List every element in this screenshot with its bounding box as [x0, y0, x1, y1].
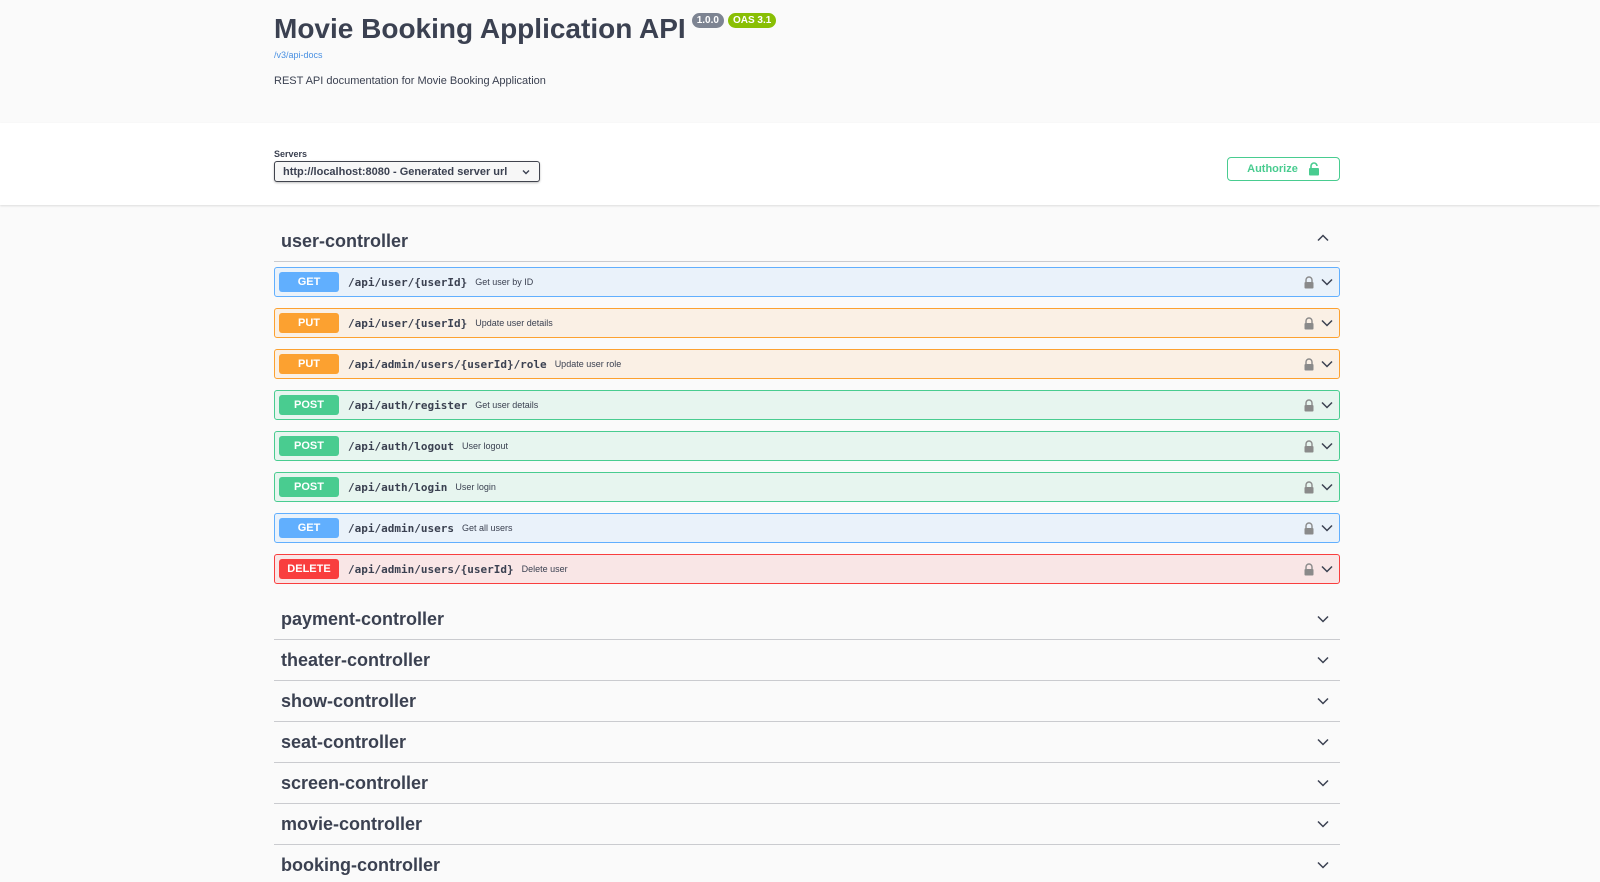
- method-badge: PUT: [279, 354, 339, 374]
- api-description: REST API documentation for Movie Booking…: [274, 75, 546, 87]
- lock-icon[interactable]: [1304, 398, 1314, 412]
- operation-path: /api/admin/users: [348, 521, 454, 535]
- tag-name: payment-controller: [281, 608, 445, 629]
- operation-summary: Delete user: [521, 564, 568, 574]
- chevron-down-icon[interactable]: [1316, 817, 1330, 831]
- servers-block: Servers http://localhost:8080 - Generate…: [274, 149, 540, 182]
- chevron-down-icon[interactable]: [1316, 653, 1330, 667]
- servers-label: Servers: [274, 149, 308, 159]
- lock-icon[interactable]: [1304, 275, 1314, 289]
- chevron-down-icon[interactable]: [1316, 612, 1330, 626]
- operation-register[interactable]: POST /api/auth/register Get user details: [274, 390, 1340, 420]
- chevron-down-icon: [521, 167, 531, 177]
- operation-summary: Get user details: [475, 400, 539, 410]
- tag-movie-controller[interactable]: movie-controller: [274, 804, 1340, 845]
- operation-path: /api/admin/users/{userId}: [348, 562, 514, 576]
- oas-badge: OAS 3.1: [727, 13, 777, 28]
- lock-icon[interactable]: [1304, 562, 1314, 576]
- lock-icon[interactable]: [1304, 480, 1314, 494]
- lock-icon[interactable]: [1304, 439, 1314, 453]
- authorize-label: Authorize: [1247, 163, 1298, 175]
- operation-summary: Get user by ID: [475, 277, 534, 287]
- method-badge: GET: [279, 518, 339, 538]
- page-title: Movie Booking Application API: [274, 13, 686, 44]
- operation-update-user[interactable]: PUT /api/user/{userId} Update user detai…: [274, 308, 1340, 338]
- chevron-down-icon[interactable]: [1320, 562, 1334, 576]
- chevron-down-icon[interactable]: [1316, 776, 1330, 790]
- tag-name: booking-controller: [281, 854, 440, 875]
- operation-path: /api/user/{userId}: [348, 316, 468, 330]
- operation-path: /api/auth/register: [348, 398, 468, 412]
- chevron-down-icon[interactable]: [1320, 357, 1334, 371]
- method-badge: DELETE: [279, 559, 339, 579]
- api-docs-link[interactable]: /v3/api-docs: [274, 50, 1340, 60]
- method-badge: POST: [279, 477, 339, 497]
- chevron-down-icon[interactable]: [1320, 439, 1334, 453]
- tag-list: user-controller GET /api/user/{userId} G…: [274, 205, 1340, 882]
- tag-name: screen-controller: [281, 772, 429, 793]
- chevron-up-icon[interactable]: [1316, 231, 1330, 245]
- operation-path: /api/auth/login: [348, 480, 448, 494]
- operation-list: GET /api/user/{userId} Get user by ID PU…: [274, 262, 1340, 599]
- method-badge: POST: [279, 436, 339, 456]
- tag-payment-controller[interactable]: payment-controller: [274, 599, 1340, 640]
- operation-update-user-role[interactable]: PUT /api/admin/users/{userId}/role Updat…: [274, 349, 1340, 379]
- operation-summary: Update user role: [554, 359, 622, 369]
- lock-icon[interactable]: [1304, 521, 1314, 535]
- title-row: Movie Booking Application API 1.0.0 OAS …: [274, 13, 1340, 45]
- operation-summary: Get all users: [461, 523, 513, 533]
- version-badge: 1.0.0: [691, 13, 724, 28]
- authorize-button[interactable]: Authorize: [1227, 157, 1340, 181]
- operation-summary: User login: [455, 482, 496, 492]
- chevron-down-icon[interactable]: [1320, 521, 1334, 535]
- tag-name: movie-controller: [281, 813, 423, 834]
- server-select-value: http://localhost:8080 - Generated server…: [283, 165, 508, 178]
- tag-screen-controller[interactable]: screen-controller: [274, 763, 1340, 804]
- tag-show-controller[interactable]: show-controller: [274, 681, 1340, 722]
- operation-delete-user[interactable]: DELETE /api/admin/users/{userId} Delete …: [274, 554, 1340, 584]
- chevron-down-icon[interactable]: [1316, 694, 1330, 708]
- chevron-down-icon[interactable]: [1320, 480, 1334, 494]
- method-badge: POST: [279, 395, 339, 415]
- operation-get-all-users[interactable]: GET /api/admin/users Get all users: [274, 513, 1340, 543]
- lock-icon[interactable]: [1304, 316, 1314, 330]
- info-section: Movie Booking Application API 1.0.0 OAS …: [0, 0, 1600, 123]
- tag-name: seat-controller: [281, 731, 407, 752]
- lock-icon[interactable]: [1304, 357, 1314, 371]
- chevron-down-icon[interactable]: [1320, 316, 1334, 330]
- operation-path: /api/user/{userId}: [348, 275, 468, 289]
- tag-name: theater-controller: [281, 649, 431, 670]
- operation-get-user[interactable]: GET /api/user/{userId} Get user by ID: [274, 267, 1340, 297]
- tag-name: show-controller: [281, 690, 417, 711]
- operation-summary: User logout: [461, 441, 508, 451]
- chevron-down-icon[interactable]: [1316, 858, 1330, 872]
- method-badge: PUT: [279, 313, 339, 333]
- operation-summary: Update user details: [475, 318, 553, 328]
- tag-seat-controller[interactable]: seat-controller: [274, 722, 1340, 763]
- tag-theater-controller[interactable]: theater-controller: [274, 640, 1340, 681]
- operation-login[interactable]: POST /api/auth/login User login: [274, 472, 1340, 502]
- chevron-down-icon[interactable]: [1320, 398, 1334, 412]
- unlock-icon: [1308, 162, 1320, 176]
- chevron-down-icon[interactable]: [1320, 275, 1334, 289]
- method-badge: GET: [279, 272, 339, 292]
- operation-path: /api/auth/logout: [348, 439, 454, 453]
- tag-name: user-controller: [281, 231, 409, 251]
- tag-user-controller[interactable]: user-controller: [274, 227, 1340, 262]
- chevron-down-icon[interactable]: [1316, 735, 1330, 749]
- operation-logout[interactable]: POST /api/auth/logout User logout: [274, 431, 1340, 461]
- server-select[interactable]: http://localhost:8080 - Generated server…: [274, 161, 540, 182]
- tag-booking-controller[interactable]: booking-controller: [274, 845, 1340, 882]
- operation-path: /api/admin/users/{userId}/role: [348, 357, 547, 371]
- scheme-container: Servers http://localhost:8080 - Generate…: [0, 123, 1600, 205]
